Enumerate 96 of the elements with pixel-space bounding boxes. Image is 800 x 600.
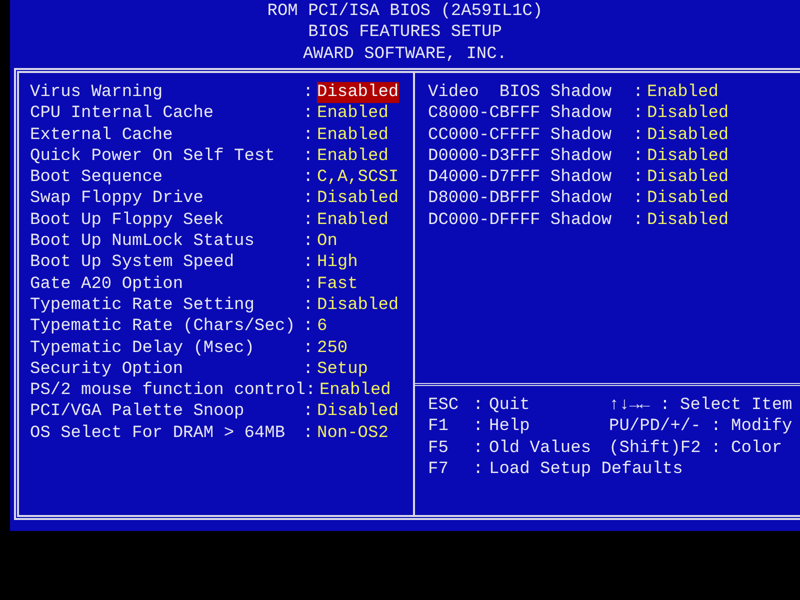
setting-label: Boot Up System Speed xyxy=(30,252,236,274)
setting-label: PCI/VGA Palette Snoop xyxy=(30,401,246,423)
separator: : xyxy=(303,82,314,104)
setting-label: D0000-D3FFF Shadow xyxy=(428,146,613,168)
setting-value[interactable]: Enabled xyxy=(317,103,388,125)
separator: : xyxy=(303,358,314,380)
setting-label: Boot Up NumLock Status xyxy=(30,231,256,252)
separator: : xyxy=(303,294,314,316)
setting-label: C8000-CBFFF Shadow xyxy=(428,103,613,125)
separator: : xyxy=(305,380,317,402)
key-action: Help xyxy=(489,416,531,438)
setting-value[interactable]: Enabled xyxy=(317,210,388,232)
separator: : xyxy=(303,401,314,423)
header-title: ROM PCI/ISA BIOS (2A59IL1C) xyxy=(267,1,543,22)
setting-label: Video BIOS Shadow xyxy=(428,82,613,104)
setting-value[interactable]: Setup xyxy=(317,358,368,380)
separator: : xyxy=(710,438,722,459)
setting-value[interactable]: Enabled xyxy=(647,82,718,104)
separator: : xyxy=(473,416,484,438)
separator: : xyxy=(303,338,314,359)
separator: : xyxy=(633,167,644,188)
setting-value[interactable]: Disabled xyxy=(647,146,729,168)
key-label: PU/PD/+/- xyxy=(609,416,702,438)
separator: : xyxy=(303,188,314,210)
setting-value[interactable]: On xyxy=(317,231,338,252)
key-label: ↑↓→← xyxy=(609,395,651,416)
setting-label: Quick Power On Self Test xyxy=(30,146,276,168)
setting-value[interactable]: Disabled xyxy=(647,210,729,232)
setting-value[interactable]: Non-OS2 xyxy=(317,422,388,444)
key-label: (Shift)F2 xyxy=(609,438,702,459)
setting-label: Boot Sequence xyxy=(30,167,164,188)
setting-label: Security Option xyxy=(30,358,184,380)
setting-label: Typematic Rate Setting xyxy=(30,294,256,316)
setting-label: D4000-D7FFF Shadow xyxy=(428,167,613,188)
setting-value[interactable]: Disabled xyxy=(647,167,729,188)
setting-value[interactable]: Enabled xyxy=(319,380,391,402)
setting-label: CPU Internal Cache xyxy=(30,103,215,125)
setting-label: External Cache xyxy=(30,124,174,146)
setting-value[interactable]: 6 xyxy=(317,316,328,338)
setting-value[interactable]: Disabled xyxy=(317,401,399,423)
separator: : xyxy=(303,422,314,444)
setting-label: Boot Up Floppy Seek xyxy=(30,210,225,232)
separator: : xyxy=(473,438,484,459)
setting-label: DC000-DFFFF Shadow xyxy=(428,210,613,232)
separator: : xyxy=(633,210,644,232)
separator: : xyxy=(633,82,644,104)
setting-value[interactable]: Disabled xyxy=(317,82,399,104)
setting-value[interactable]: Disabled xyxy=(647,188,729,210)
separator: : xyxy=(303,316,314,338)
separator: : xyxy=(633,188,644,210)
key-action: Quit xyxy=(489,395,531,416)
key-label: F5 xyxy=(428,438,450,459)
setting-value[interactable]: Enabled xyxy=(317,146,388,168)
key-label: ESC xyxy=(428,395,460,416)
setting-label: Typematic Rate (Chars/Sec) xyxy=(30,316,296,338)
setting-label: Virus Warning xyxy=(30,82,164,104)
key-action: Select Item xyxy=(680,395,792,416)
setting-value[interactable]: Enabled xyxy=(317,124,388,146)
separator: : xyxy=(473,395,484,416)
header-title: AWARD SOFTWARE, INC. xyxy=(302,44,508,65)
key-action: Old Values xyxy=(489,438,592,459)
setting-value[interactable]: Fast xyxy=(317,274,358,295)
header-title: BIOS FEATURES SETUP xyxy=(308,22,502,44)
separator: : xyxy=(710,416,722,438)
key-action: Color xyxy=(731,438,782,459)
separator: : xyxy=(303,124,314,146)
key-label: F1 xyxy=(428,416,450,438)
separator: : xyxy=(303,252,314,274)
setting-value[interactable]: C,A,SCSI xyxy=(317,167,399,188)
setting-value[interactable]: High xyxy=(317,252,358,274)
separator: : xyxy=(633,146,644,168)
setting-value[interactable]: 250 xyxy=(317,338,348,359)
setting-label: PS/2 mouse function control xyxy=(30,380,306,402)
separator: : xyxy=(473,458,484,480)
separator: : xyxy=(660,395,672,416)
setting-value[interactable]: Disabled xyxy=(647,124,729,146)
setting-value[interactable]: Disabled xyxy=(647,103,729,125)
separator: : xyxy=(303,231,314,252)
setting-value[interactable]: Disabled xyxy=(317,294,399,316)
separator: : xyxy=(303,167,314,188)
setting-label: CC000-CFFFF Shadow xyxy=(428,124,613,146)
setting-label: D8000-DBFFF Shadow xyxy=(428,188,613,210)
key-label: F7 xyxy=(428,458,450,480)
separator: : xyxy=(633,124,644,146)
separator: : xyxy=(303,210,314,232)
separator: : xyxy=(303,274,314,295)
setting-label: Gate A20 Option xyxy=(30,274,184,295)
setting-label: Swap Floppy Drive xyxy=(30,188,204,210)
key-action: Modify xyxy=(731,416,792,438)
key-action: Load Setup Defaults xyxy=(489,458,683,480)
setting-label: OS Select For DRAM > 64MB xyxy=(30,422,286,444)
separator: : xyxy=(303,146,314,168)
setting-label: Typematic Delay (Msec) xyxy=(30,338,256,359)
setting-value[interactable]: Disabled xyxy=(317,188,399,210)
separator: : xyxy=(633,103,644,125)
separator: : xyxy=(303,103,314,125)
